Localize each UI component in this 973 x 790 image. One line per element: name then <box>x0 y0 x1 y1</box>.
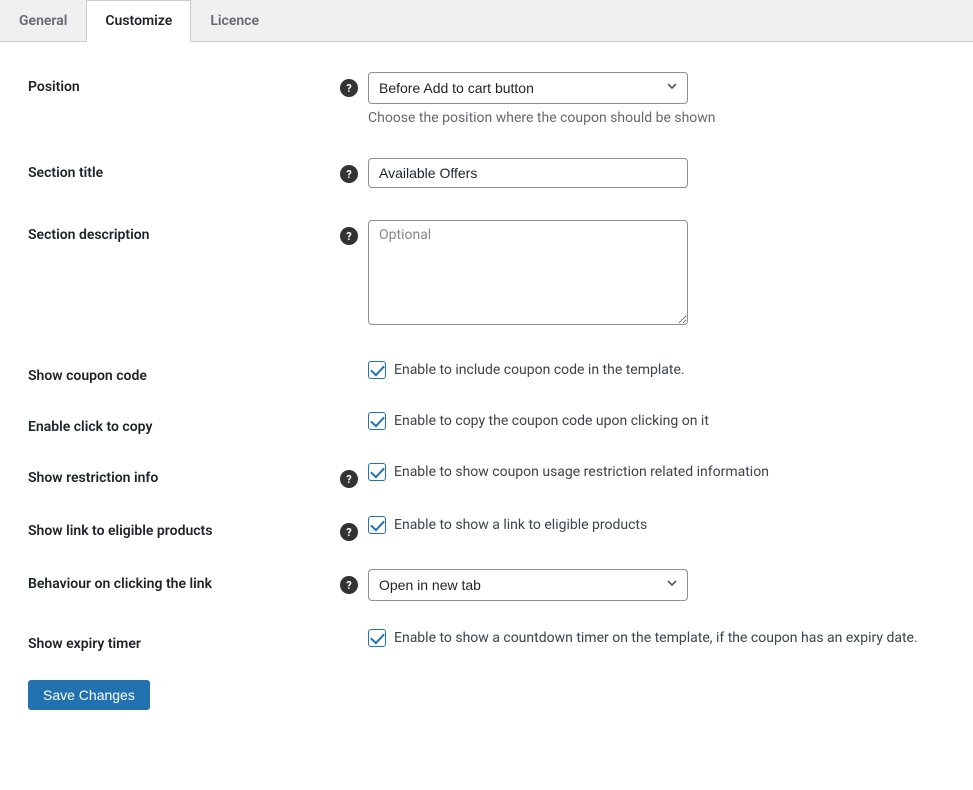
help-icon[interactable]: ? <box>340 165 358 183</box>
label-section-description: Section description <box>28 220 340 243</box>
show-restriction-checkbox[interactable] <box>368 463 386 481</box>
show-link-eligible-checkbox[interactable] <box>368 516 386 534</box>
row-position: Position ? Before Add to cart button Cho… <box>28 72 945 126</box>
show-coupon-code-checkbox[interactable] <box>368 361 386 379</box>
show-expiry-timer-checkbox[interactable] <box>368 629 386 647</box>
label-show-expiry-timer: Show expiry timer <box>28 629 340 652</box>
form-content: Position ? Before Add to cart button Cho… <box>0 42 973 790</box>
help-icon[interactable]: ? <box>340 470 358 488</box>
label-show-restriction: Show restriction info <box>28 463 340 486</box>
show-expiry-timer-cblabel: Enable to show a countdown timer on the … <box>394 630 918 646</box>
tabs-bar: General Customize Licence <box>0 0 973 42</box>
save-button[interactable]: Save Changes <box>28 680 150 710</box>
label-show-link-eligible: Show link to eligible products <box>28 516 340 539</box>
section-description-textarea[interactable] <box>368 220 688 325</box>
label-behaviour-link: Behaviour on clicking the link <box>28 569 340 592</box>
tab-licence[interactable]: Licence <box>191 0 278 42</box>
behaviour-link-select[interactable]: Open in new tab <box>368 569 688 601</box>
position-desc: Choose the position where the coupon sho… <box>368 110 945 126</box>
row-section-description: Section description ? <box>28 220 945 329</box>
show-coupon-code-cblabel: Enable to include coupon code in the tem… <box>394 362 685 378</box>
label-enable-click-copy: Enable click to copy <box>28 412 340 435</box>
row-enable-click-copy: Enable click to copy Enable to copy the … <box>28 412 945 435</box>
enable-click-copy-cblabel: Enable to copy the coupon code upon clic… <box>394 413 709 429</box>
help-icon[interactable]: ? <box>340 576 358 594</box>
row-show-restriction-info: Show restriction info ? Enable to show c… <box>28 463 945 488</box>
help-icon[interactable]: ? <box>340 79 358 97</box>
tab-customize[interactable]: Customize <box>86 0 191 42</box>
row-show-link-eligible: Show link to eligible products ? Enable … <box>28 516 945 541</box>
tab-general[interactable]: General <box>0 0 86 42</box>
position-select[interactable]: Before Add to cart button <box>368 72 688 104</box>
help-icon[interactable]: ? <box>340 227 358 245</box>
help-icon[interactable]: ? <box>340 523 358 541</box>
enable-click-copy-checkbox[interactable] <box>368 412 386 430</box>
show-link-eligible-cblabel: Enable to show a link to eligible produc… <box>394 517 647 533</box>
row-section-title: Section title ? <box>28 158 945 188</box>
row-show-expiry-timer: Show expiry timer Enable to show a count… <box>28 629 945 652</box>
row-show-coupon-code: Show coupon code Enable to include coupo… <box>28 361 945 384</box>
show-restriction-cblabel: Enable to show coupon usage restriction … <box>394 464 769 480</box>
label-show-coupon-code: Show coupon code <box>28 361 340 384</box>
label-section-title: Section title <box>28 158 340 181</box>
row-behaviour-link: Behaviour on clicking the link ? Open in… <box>28 569 945 601</box>
section-title-input[interactable] <box>368 158 688 188</box>
label-position: Position <box>28 72 340 95</box>
